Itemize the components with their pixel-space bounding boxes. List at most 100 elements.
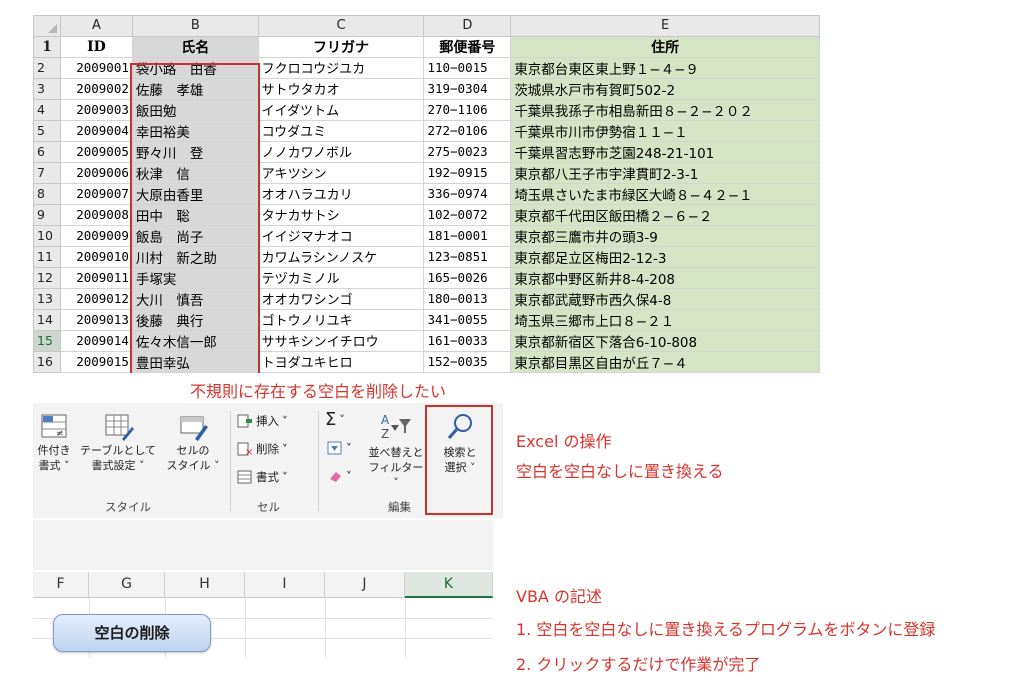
cell-zip[interactable]: 275−0023 — [423, 140, 512, 163]
cell-kana[interactable]: イイジマナオコ — [257, 224, 425, 247]
clear-button[interactable]: ˅ — [327, 469, 352, 483]
cell-zip[interactable]: 152−0035 — [423, 350, 512, 373]
cell-name[interactable]: 幸田裕美 — [131, 119, 259, 142]
cell-address[interactable]: 東京都台東区東上野１−４−９ — [510, 56, 820, 79]
conditional-format-button[interactable]: ≠ 件付き 書式 ˅ — [33, 411, 75, 473]
cell-name[interactable]: 佐々木信一郎 — [131, 329, 259, 352]
insert-button[interactable]: 挿入 ˅ — [237, 413, 288, 429]
row-header[interactable]: 14 — [33, 308, 61, 331]
cell-kana[interactable]: アキツシン — [257, 161, 425, 184]
cell-zip[interactable]: 270−1106 — [423, 98, 512, 121]
cell-address[interactable]: 千葉県我孫子市相島新田８−２−２０２ — [510, 98, 820, 121]
cell-id[interactable]: 2009010 — [59, 245, 133, 268]
row-header[interactable]: 8 — [33, 182, 61, 205]
cell-zip[interactable]: 272−0106 — [423, 119, 512, 142]
row-header[interactable]: 11 — [33, 245, 61, 268]
cell-id[interactable]: 2009003 — [59, 98, 133, 121]
cell-id[interactable]: 2009008 — [59, 203, 133, 226]
column-header-e[interactable]: E — [510, 15, 820, 37]
delete-spaces-macro-button[interactable]: 空白の削除 — [53, 614, 211, 652]
column-header-g[interactable]: G — [89, 572, 165, 598]
select-all-corner[interactable] — [33, 15, 61, 37]
row-header[interactable]: 13 — [33, 287, 61, 310]
cell-id[interactable]: 2009013 — [59, 308, 133, 331]
column-header-c[interactable]: C — [257, 15, 425, 37]
row-header[interactable]: 4 — [33, 98, 61, 121]
row-header[interactable]: 1 — [33, 35, 61, 58]
cell-header-id[interactable]: ID — [59, 35, 133, 58]
cell-kana[interactable]: テヅカミノル — [257, 266, 425, 289]
cell-address[interactable]: 埼玉県さいたま市緑区大崎８−４２−１ — [510, 182, 820, 205]
cell-name[interactable]: 手塚実 — [131, 266, 259, 289]
row-header[interactable]: 10 — [33, 224, 61, 247]
cell-name[interactable]: 川村 新之助 — [131, 245, 259, 268]
cell-zip[interactable]: 102−0072 — [423, 203, 512, 226]
cell-address[interactable]: 東京都三鷹市井の頭3-9 — [510, 224, 820, 247]
column-header-f[interactable]: F — [33, 572, 89, 598]
cell-styles-button[interactable]: セルの スタイル ˅ — [161, 411, 225, 473]
sort-filter-button[interactable]: A Z 並べ替えと フィルター ˅ — [367, 411, 425, 490]
cell-kana[interactable]: ゴトウノリユキ — [257, 308, 425, 331]
cell-address[interactable]: 埼玉県三郷市上口８−２１ — [510, 308, 820, 331]
cell-address[interactable]: 東京都目黒区自由が丘７−４ — [510, 350, 820, 373]
cell-id[interactable]: 2009015 — [59, 350, 133, 373]
column-header-h[interactable]: H — [165, 572, 245, 598]
row-header[interactable]: 15 — [33, 329, 61, 352]
cell-name[interactable]: 佐藤 孝雄 — [131, 77, 259, 100]
cell-id[interactable]: 2009001 — [59, 56, 133, 79]
cell-zip[interactable]: 165−0026 — [423, 266, 512, 289]
column-header-k[interactable]: K — [405, 572, 493, 598]
row-header[interactable]: 5 — [33, 119, 61, 142]
format-as-table-button[interactable]: テーブルとして 書式設定 ˅ — [79, 411, 157, 473]
cell-kana[interactable]: ノノカワノボル — [257, 140, 425, 163]
cell-name[interactable]: 大川 慎吾 — [131, 287, 259, 310]
cell-kana[interactable]: オオハラユカリ — [257, 182, 425, 205]
spreadsheet-grid[interactable]: A B C D E 1 ID 氏名 フリガナ 郵便番号 住所 2 2009001 袋… — [33, 15, 820, 373]
column-header-i[interactable]: I — [245, 572, 325, 598]
cell-kana[interactable]: ササキシンイチロウ — [257, 329, 425, 352]
cell-id[interactable]: 2009005 — [59, 140, 133, 163]
cell-name[interactable]: 豊田幸弘 — [131, 350, 259, 373]
cell-kana[interactable]: イイダツトム — [257, 98, 425, 121]
cell-address[interactable]: 東京都中野区新井8-4-208 — [510, 266, 820, 289]
cell-header-zip[interactable]: 郵便番号 — [423, 35, 512, 58]
cell-zip[interactable]: 181−0001 — [423, 224, 512, 247]
cell-address[interactable]: 千葉県習志野市芝園248-21-101 — [510, 140, 820, 163]
cell-zip[interactable]: 180−0013 — [423, 287, 512, 310]
cell-zip[interactable]: 341−0055 — [423, 308, 512, 331]
format-cells-button[interactable]: 書式 ˅ — [237, 469, 288, 485]
cell-zip[interactable]: 319−0304 — [423, 77, 512, 100]
row-header[interactable]: 2 — [33, 56, 61, 79]
cell-id[interactable]: 2009012 — [59, 287, 133, 310]
cell-header-kana[interactable]: フリガナ — [257, 35, 425, 58]
cell-kana[interactable]: サトウタカオ — [257, 77, 425, 100]
cell-name[interactable]: 袋小路 由香 — [131, 56, 259, 79]
cell-id[interactable]: 2009007 — [59, 182, 133, 205]
row-header[interactable]: 6 — [33, 140, 61, 163]
column-header-j[interactable]: J — [325, 572, 405, 598]
cell-name[interactable]: 秋津 信 — [131, 161, 259, 184]
cell-address[interactable]: 千葉県市川市伊勢宿１１−１ — [510, 119, 820, 142]
cell-zip[interactable]: 161−0033 — [423, 329, 512, 352]
cell-kana[interactable]: カワムラシンノスケ — [257, 245, 425, 268]
cell-kana[interactable]: タナカサトシ — [257, 203, 425, 226]
row-header[interactable]: 3 — [33, 77, 61, 100]
row-header[interactable]: 7 — [33, 161, 61, 184]
cell-id[interactable]: 2009011 — [59, 266, 133, 289]
column-header-a[interactable]: A — [59, 15, 133, 37]
cell-address[interactable]: 東京都武蔵野市西久保4-8 — [510, 287, 820, 310]
cell-name[interactable]: 野々川 登 — [131, 140, 259, 163]
cell-header-address[interactable]: 住所 — [510, 35, 820, 58]
cell-kana[interactable]: コウダユミ — [257, 119, 425, 142]
cell-name[interactable]: 田中 聡 — [131, 203, 259, 226]
cell-id[interactable]: 2009002 — [59, 77, 133, 100]
column-header-d[interactable]: D — [423, 15, 512, 37]
cell-id[interactable]: 2009009 — [59, 224, 133, 247]
cell-name[interactable]: 飯田勉 — [131, 98, 259, 121]
cell-zip[interactable]: 110−0015 — [423, 56, 512, 79]
cell-address[interactable]: 東京都新宿区下落合6-10-808 — [510, 329, 820, 352]
cell-name[interactable]: 大原由香里 — [131, 182, 259, 205]
fill-button[interactable]: ˅ — [327, 441, 352, 455]
delete-cells-button[interactable]: × 削除 ˅ — [237, 441, 288, 457]
cell-zip[interactable]: 192−0915 — [423, 161, 512, 184]
